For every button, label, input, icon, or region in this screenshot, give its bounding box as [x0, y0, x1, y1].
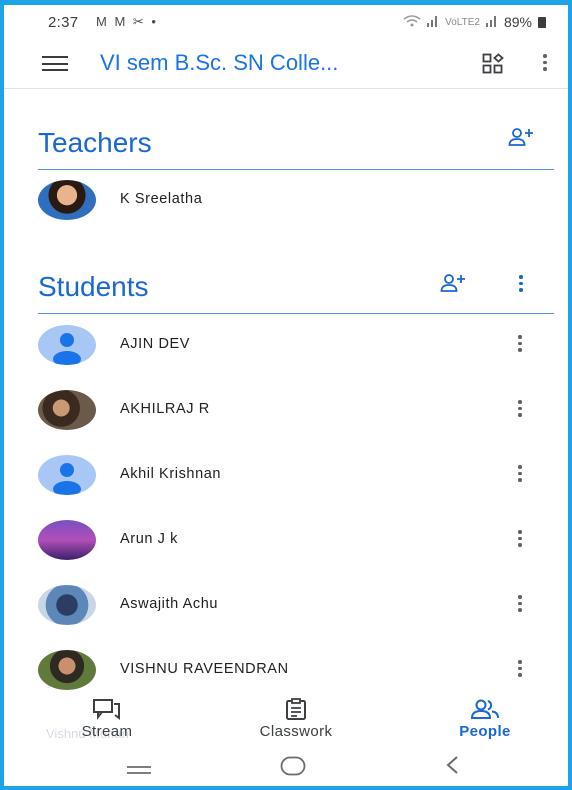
students-heading: Students	[38, 271, 149, 302]
default-avatar-icon	[38, 455, 96, 495]
nav-people[interactable]: People	[430, 698, 540, 740]
notification-icons: M M ✂ •	[96, 14, 158, 29]
teacher-avatar	[38, 180, 96, 220]
student-avatar	[38, 585, 96, 625]
student-more-icon[interactable]	[518, 530, 522, 547]
nav-people-label: People	[459, 723, 511, 740]
student-row[interactable]: Akhil Krishnan	[38, 453, 554, 497]
student-avatar	[38, 390, 96, 430]
student-more-icon[interactable]	[518, 335, 522, 352]
network-label: VoLTE2	[445, 16, 480, 28]
signal-icon	[427, 14, 439, 30]
bottom-navigation: Vishnu Mohan Stream Classwork People	[4, 692, 568, 744]
nav-classwork[interactable]: Classwork	[241, 698, 351, 740]
wifi-icon	[403, 14, 421, 30]
stream-icon	[93, 699, 120, 720]
class-details-icon[interactable]	[482, 53, 504, 74]
student-more-icon[interactable]	[518, 400, 522, 417]
teacher-name: K Sreelatha	[120, 191, 203, 207]
class-title: VI sem B.Sc. SN Colle...	[100, 50, 339, 75]
battery-percent: 89%	[503, 14, 532, 30]
student-avatar	[38, 650, 96, 690]
student-more-icon[interactable]	[518, 465, 522, 482]
student-name: AKHILRAJ R	[120, 401, 210, 417]
back-icon[interactable]	[444, 755, 460, 780]
student-name: Akhil Krishnan	[120, 466, 222, 482]
home-icon[interactable]	[280, 756, 306, 781]
classwork-icon	[286, 698, 306, 720]
student-row[interactable]: VISHNU RAVEENDRAN	[38, 648, 554, 692]
nav-stream-label: Stream	[81, 723, 133, 740]
teachers-header: Teachers	[38, 115, 554, 170]
system-navigation-bar	[4, 744, 568, 786]
student-name: Aswajith Achu	[120, 596, 219, 612]
student-row[interactable]: AJIN DEV	[38, 323, 554, 367]
status-bar: 2:37 M M ✂ • VoLTE2 89%	[4, 5, 568, 41]
student-more-icon[interactable]	[518, 660, 522, 677]
invite-teacher-icon[interactable]	[508, 127, 534, 147]
app-bar: VI sem B.Sc. SN Colle...	[4, 40, 568, 89]
teacher-row[interactable]: K Sreelatha	[38, 178, 554, 222]
invite-student-icon[interactable]	[440, 273, 466, 293]
students-more-icon[interactable]	[519, 275, 523, 292]
signal-icon-2	[485, 14, 498, 30]
student-name: VISHNU RAVEENDRAN	[120, 661, 289, 677]
student-row[interactable]: AKHILRAJ R	[38, 388, 554, 432]
student-more-icon[interactable]	[518, 595, 522, 612]
student-row[interactable]: Arun J k	[38, 518, 554, 562]
nav-classwork-label: Classwork	[259, 723, 333, 740]
battery-icon	[538, 16, 546, 28]
menu-icon[interactable]	[42, 56, 68, 72]
teachers-heading: Teachers	[38, 127, 152, 158]
people-icon	[470, 699, 499, 719]
more-options-icon[interactable]	[542, 54, 548, 74]
student-avatar	[38, 520, 96, 560]
default-avatar-icon	[38, 325, 96, 365]
recent-apps-icon[interactable]	[126, 762, 152, 780]
student-name: Arun J k	[120, 531, 178, 547]
nav-stream[interactable]: Stream	[52, 698, 162, 740]
student-name: AJIN DEV	[120, 336, 191, 352]
status-time: 2:37	[48, 14, 79, 31]
students-header: Students	[38, 259, 554, 314]
student-row[interactable]: Aswajith Achu	[38, 583, 554, 627]
